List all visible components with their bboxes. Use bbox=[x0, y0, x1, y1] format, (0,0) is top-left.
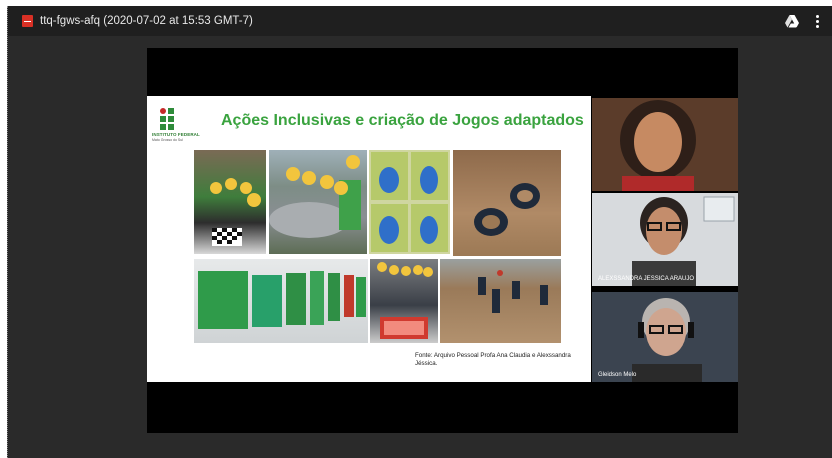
photo-tire-toys bbox=[453, 150, 561, 256]
participant-video bbox=[592, 193, 738, 286]
presentation-slide: INSTITUTO FEDERAL Mato Grosso do Sul Açõ… bbox=[147, 96, 591, 382]
player-window: ttq-fgws-afq (2020-07-02 at 15:53 GMT-7)… bbox=[7, 6, 832, 458]
video-stage: INSTITUTO FEDERAL Mato Grosso do Sul Açõ… bbox=[147, 48, 738, 433]
photo-children-table bbox=[269, 150, 367, 254]
file-title: ttq-fgws-afq (2020-07-02 at 15:53 GMT-7) bbox=[40, 15, 253, 27]
participant-tile-2[interactable]: ALEXSSANDRA JESSICA ARAUJO bbox=[592, 193, 738, 286]
photo-children-board-game bbox=[194, 150, 266, 254]
participant-tile-3[interactable]: Gleidson Melo bbox=[592, 292, 738, 382]
more-vert-icon[interactable] bbox=[813, 14, 821, 29]
logo-subtext: Mato Grosso do Sul bbox=[152, 138, 183, 142]
google-drive-icon[interactable] bbox=[785, 15, 799, 28]
participant-tile-1[interactable] bbox=[592, 98, 738, 191]
slide-caption: Fonte: Arquivo Pessoal Profa Ana Claudia… bbox=[415, 352, 571, 367]
photo-hand-signs bbox=[369, 150, 450, 254]
participant-video bbox=[592, 292, 738, 382]
photo-green-boards bbox=[194, 259, 368, 343]
photo-outdoor-game bbox=[440, 259, 561, 343]
participant-name: Gleidson Melo bbox=[598, 372, 637, 378]
photo-children-red-board bbox=[370, 259, 438, 343]
instituto-federal-logo bbox=[160, 108, 176, 133]
participant-name: ALEXSSANDRA JESSICA ARAUJO bbox=[598, 276, 695, 282]
slide-title: Ações Inclusivas e criação de Jogos adap… bbox=[221, 112, 584, 129]
recording-file-icon bbox=[22, 15, 33, 27]
logo-text: INSTITUTO FEDERAL bbox=[152, 132, 200, 137]
participant-video bbox=[592, 98, 738, 191]
top-bar: ttq-fgws-afq (2020-07-02 at 15:53 GMT-7) bbox=[8, 6, 832, 36]
